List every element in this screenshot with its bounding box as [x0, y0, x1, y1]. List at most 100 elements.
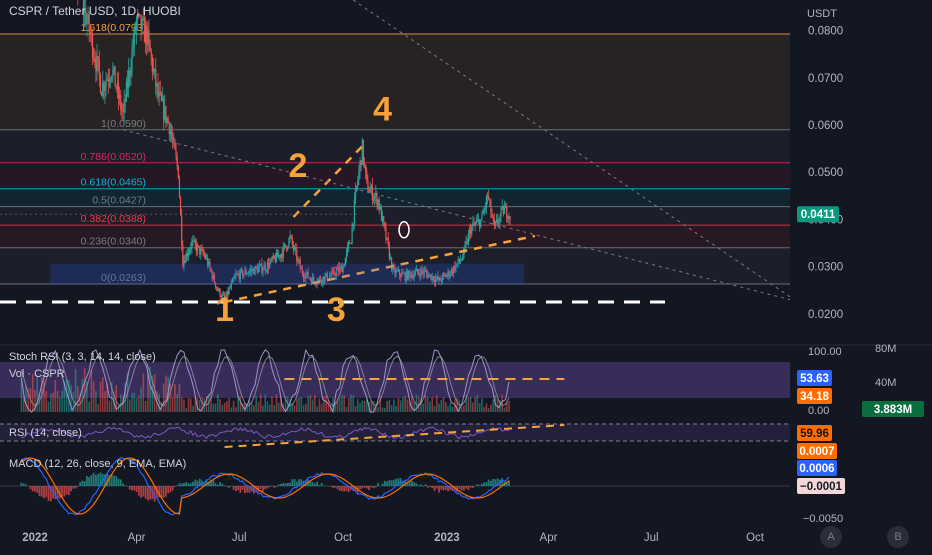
price-candle[interactable]: [95, 62, 96, 71]
price-candle[interactable]: [353, 224, 354, 227]
macd-histogram-bar[interactable]: [140, 486, 142, 498]
volume-bar[interactable]: [251, 403, 253, 412]
price-candle[interactable]: [102, 83, 103, 96]
price-candle[interactable]: [463, 248, 464, 258]
price-candle[interactable]: [363, 140, 364, 163]
macd-histogram-bar[interactable]: [23, 483, 25, 486]
volume-bar[interactable]: [307, 396, 309, 412]
macd-histogram-bar[interactable]: [239, 486, 241, 493]
volume-bar[interactable]: [490, 405, 492, 412]
macd-histogram-bar[interactable]: [488, 480, 490, 486]
macd-histogram-bar[interactable]: [431, 486, 433, 488]
macd-histogram-bar[interactable]: [68, 486, 70, 495]
volume-bar[interactable]: [434, 406, 436, 412]
volume-bar[interactable]: [77, 386, 79, 412]
macd-histogram-bar[interactable]: [113, 476, 115, 486]
macd-histogram-bar[interactable]: [81, 481, 83, 486]
volume-bar[interactable]: [391, 405, 393, 412]
demand-zone-box[interactable]: [51, 264, 524, 284]
price-candle[interactable]: [198, 245, 199, 246]
price-candle[interactable]: [389, 245, 390, 259]
volume-bar[interactable]: [474, 397, 476, 412]
volume-bar[interactable]: [357, 399, 359, 412]
volume-bar[interactable]: [371, 401, 373, 412]
macd-histogram-bar[interactable]: [66, 486, 68, 495]
price-candle[interactable]: [130, 70, 131, 75]
volume-bar[interactable]: [45, 391, 47, 412]
volume-bar[interactable]: [294, 406, 296, 412]
price-candle[interactable]: [472, 223, 473, 226]
volume-bar[interactable]: [82, 378, 84, 412]
macd-histogram-bar[interactable]: [382, 483, 384, 486]
volume-bar[interactable]: [91, 370, 93, 412]
price-candle[interactable]: [163, 99, 164, 120]
price-candle[interactable]: [194, 240, 195, 241]
volume-bar[interactable]: [174, 384, 176, 412]
price-candle[interactable]: [108, 79, 109, 81]
volume-bar[interactable]: [481, 398, 483, 412]
price-candle[interactable]: [120, 95, 121, 109]
volume-bar[interactable]: [436, 395, 438, 412]
macd-histogram-bar[interactable]: [91, 475, 93, 486]
volume-bar[interactable]: [95, 391, 97, 412]
price-candle[interactable]: [155, 69, 156, 87]
price-candle[interactable]: [488, 196, 489, 199]
macd-histogram-bar[interactable]: [375, 486, 377, 487]
macd-histogram-bar[interactable]: [490, 481, 492, 486]
price-candle[interactable]: [499, 216, 500, 223]
price-candle[interactable]: [86, 21, 87, 24]
macd-histogram-bar[interactable]: [492, 479, 494, 486]
volume-bar[interactable]: [138, 396, 140, 412]
macd-histogram-bar[interactable]: [235, 486, 237, 491]
volume-bar[interactable]: [352, 396, 354, 412]
price-candle[interactable]: [498, 222, 499, 223]
price-candle[interactable]: [188, 253, 189, 256]
price-candle[interactable]: [122, 111, 123, 112]
price-candle[interactable]: [200, 249, 201, 255]
price-candle[interactable]: [496, 220, 497, 222]
macd-histogram-bar[interactable]: [174, 486, 176, 487]
price-candle[interactable]: [270, 259, 271, 263]
price-candle[interactable]: [165, 106, 166, 123]
volume-bar[interactable]: [52, 393, 54, 412]
price-candle[interactable]: [354, 200, 355, 224]
volume-bar[interactable]: [100, 382, 102, 412]
macd-histogram-bar[interactable]: [165, 486, 167, 497]
price-candle[interactable]: [135, 27, 136, 31]
volume-bar[interactable]: [461, 407, 463, 412]
macd-histogram-bar[interactable]: [219, 482, 221, 486]
price-candle[interactable]: [152, 57, 153, 72]
macd-histogram-bar[interactable]: [476, 484, 478, 486]
price-candle[interactable]: [278, 255, 279, 257]
macd-histogram-bar[interactable]: [418, 485, 420, 486]
rsi-legend[interactable]: RSI (14, close): [9, 427, 82, 439]
price-candle[interactable]: [216, 287, 217, 288]
macd-histogram-bar[interactable]: [472, 486, 474, 488]
macd-histogram-bar[interactable]: [97, 474, 99, 486]
chart-root[interactable]: 1.618(0.0793)1(0.0590)0.786(0.0520)0.618…: [0, 0, 932, 550]
price-candle[interactable]: [384, 223, 385, 228]
price-candle[interactable]: [482, 213, 483, 214]
volume-bar[interactable]: [231, 407, 233, 412]
macd-histogram-bar[interactable]: [131, 486, 133, 491]
price-candle[interactable]: [461, 260, 462, 261]
macd-histogram-bar[interactable]: [386, 481, 388, 486]
price-candle[interactable]: [173, 140, 174, 141]
price-candle[interactable]: [187, 253, 188, 256]
price-candle[interactable]: [98, 56, 99, 60]
volume-bar[interactable]: [276, 394, 278, 412]
volume-bar[interactable]: [240, 397, 242, 412]
price-candle[interactable]: [186, 253, 187, 262]
price-candle[interactable]: [284, 245, 285, 247]
price-candle[interactable]: [475, 224, 476, 225]
price-candle[interactable]: [168, 118, 169, 122]
macd-histogram-bar[interactable]: [467, 486, 469, 490]
price-candle[interactable]: [371, 186, 372, 190]
macd-histogram-bar[interactable]: [276, 486, 278, 487]
volume-bar[interactable]: [382, 407, 384, 412]
macd-histogram-bar[interactable]: [388, 480, 390, 486]
macd-histogram-bar[interactable]: [145, 486, 147, 499]
volume-bar[interactable]: [296, 399, 298, 412]
price-candle[interactable]: [385, 228, 386, 240]
macd-histogram-bar[interactable]: [359, 486, 361, 489]
